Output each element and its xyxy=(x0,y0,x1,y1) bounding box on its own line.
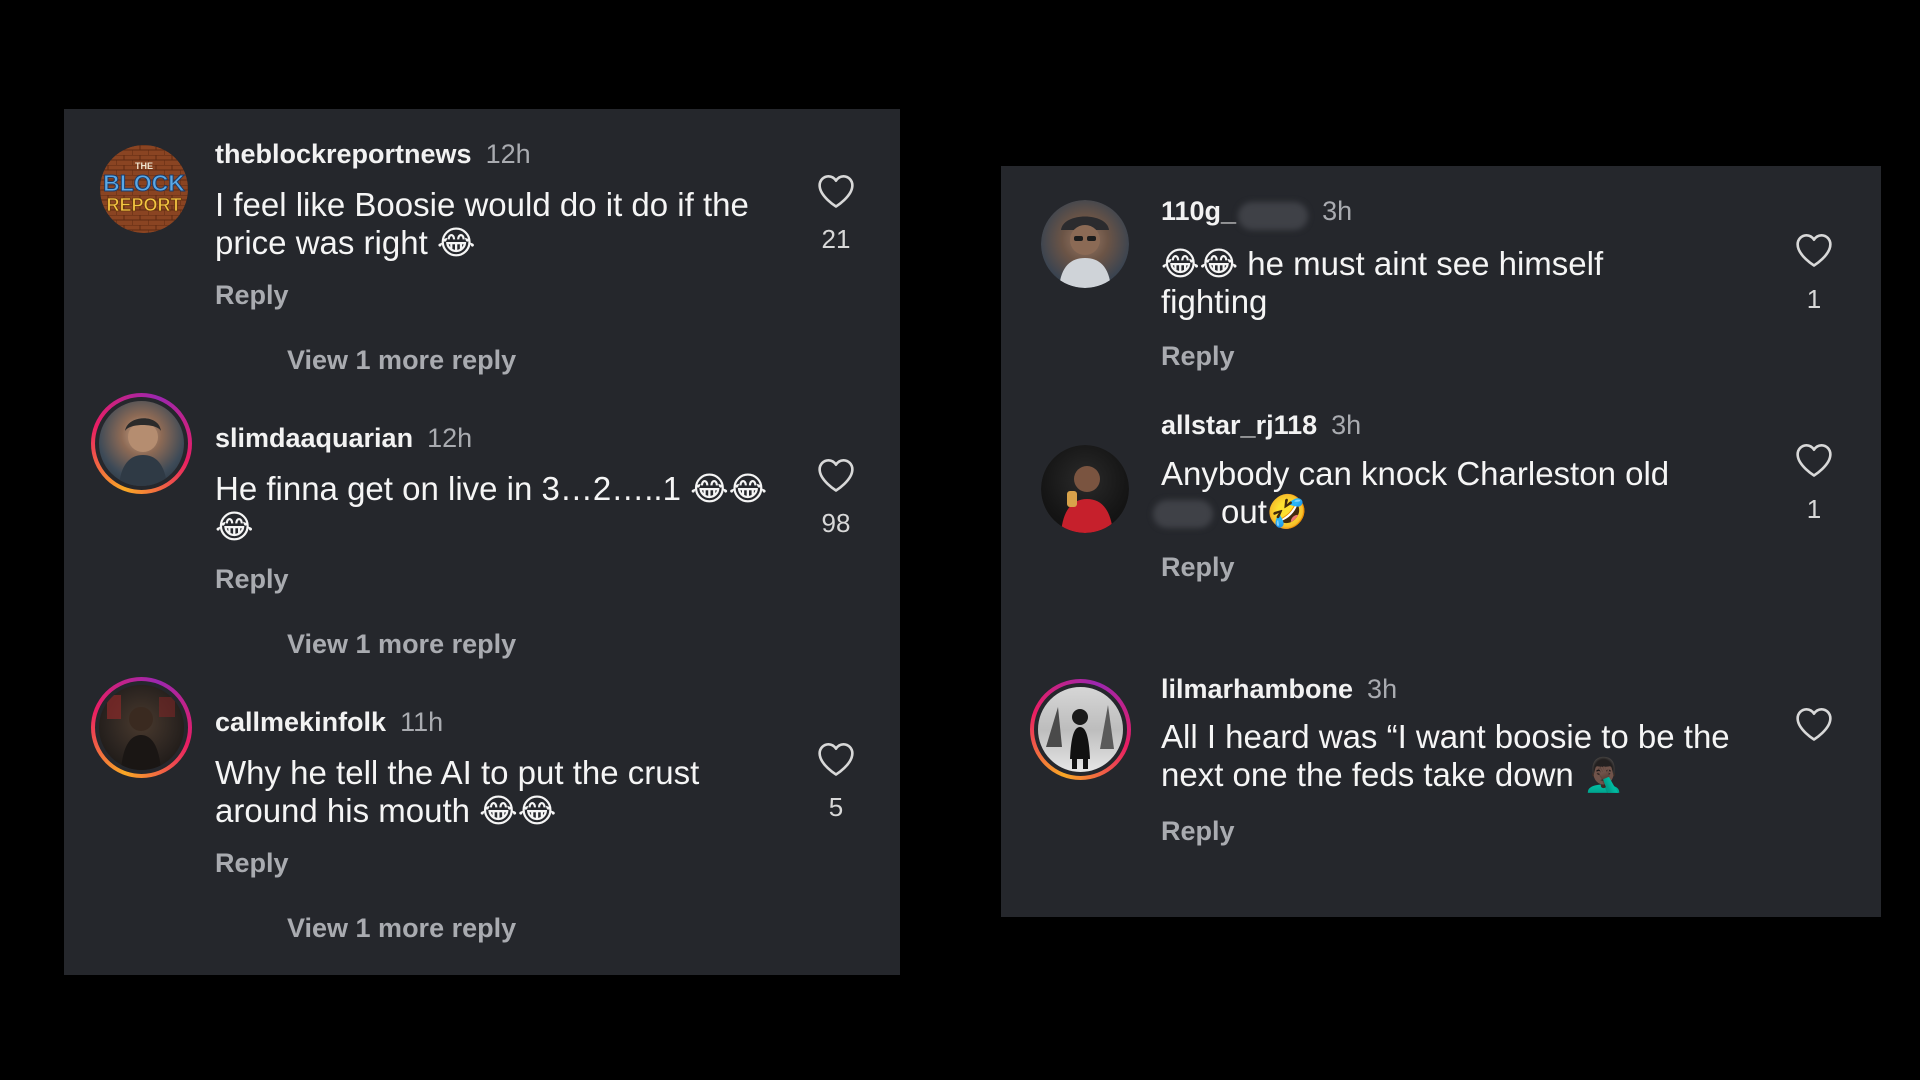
comment-text: Why he tell the AI to put the crust arou… xyxy=(215,754,700,829)
timestamp: 12h xyxy=(485,139,531,169)
avatar-photo xyxy=(1046,705,1114,769)
comment-meta: lilmarhambone 3h xyxy=(1161,674,1397,705)
reply-button[interactable]: Reply xyxy=(1161,552,1235,583)
view-more-replies-button[interactable]: View 1 more reply xyxy=(287,345,516,376)
reply-button[interactable]: Reply xyxy=(215,280,289,311)
heart-outline-icon xyxy=(1796,443,1832,477)
heart-outline-icon xyxy=(818,742,854,776)
timestamp: 3h xyxy=(1322,196,1353,226)
avatar-photo xyxy=(1059,216,1111,288)
like-count: 1 xyxy=(1806,494,1822,524)
timestamp: 11h xyxy=(400,707,444,737)
avatar[interactable] xyxy=(1041,445,1129,533)
username[interactable]: theblockreportnews xyxy=(215,139,472,169)
like-count: 98 xyxy=(821,508,851,538)
reply-button[interactable]: Reply xyxy=(1161,341,1235,372)
comment-meta: callmekinfolk 11h xyxy=(215,707,443,738)
reply-button[interactable]: Reply xyxy=(215,848,289,879)
view-more-replies-button[interactable]: View 1 more reply xyxy=(287,913,516,944)
avatar[interactable] xyxy=(1030,679,1131,780)
timestamp: 3h xyxy=(1367,674,1398,704)
username[interactable]: slimdaaquarian xyxy=(215,423,413,453)
reply-button[interactable]: Reply xyxy=(1161,816,1235,847)
comment-text-tail: out🤣 xyxy=(1221,493,1308,530)
comment-item: THE BLOCK REPORT theblockreportnews 12h I… xyxy=(64,109,900,389)
redacted-word-blur xyxy=(1153,500,1213,529)
comment-text: 😂😂 he must aint see himself fighting xyxy=(1161,245,1604,320)
like-button[interactable] xyxy=(1794,706,1834,742)
heart-outline-icon xyxy=(818,174,854,208)
redacted-username-blur xyxy=(1238,201,1309,230)
comment-text: I feel like Boosie would do it do if the… xyxy=(215,186,749,261)
avatar-photo xyxy=(1061,466,1113,533)
comment-text: All I heard was “I want boosie to be the… xyxy=(1161,718,1730,793)
logo-text-bottom: REPORT xyxy=(106,195,181,215)
like-button[interactable] xyxy=(816,173,856,209)
comments-panel-right: 110g_ 3h 😂😂 he must aint see himself figh… xyxy=(1001,166,1881,917)
view-more-replies-button[interactable]: View 1 more reply xyxy=(287,629,516,660)
comment-item: 110g_ 3h 😂😂 he must aint see himself figh… xyxy=(1001,166,1881,406)
block-report-logo: THE BLOCK REPORT xyxy=(100,145,188,233)
comment-item: lilmarhambone 3h All I heard was “I want … xyxy=(1001,674,1881,916)
username[interactable]: allstar_rj118 xyxy=(1161,410,1317,440)
comments-panel-left: THE BLOCK REPORT theblockreportnews 12h I… xyxy=(64,109,900,975)
avatar-photo xyxy=(119,418,167,486)
avatar[interactable] xyxy=(91,393,192,494)
avatar-photo xyxy=(107,695,175,770)
comment-meta: slimdaaquarian 12h xyxy=(215,423,472,454)
comment-text: He finna get on live in 3…2…..1 😂😂😂 xyxy=(215,470,768,545)
avatar[interactable]: THE BLOCK REPORT xyxy=(100,145,188,233)
like-button[interactable] xyxy=(1794,442,1834,478)
comment-meta: 110g_ 3h xyxy=(1161,196,1352,230)
like-button[interactable] xyxy=(1794,232,1834,268)
username[interactable]: 110g_ xyxy=(1161,196,1236,226)
username[interactable]: lilmarhambone xyxy=(1161,674,1353,704)
heart-outline-icon xyxy=(1796,707,1832,741)
comment-item: allstar_rj118 3h Anybody can knock Charle… xyxy=(1001,410,1881,652)
comment-text-line: Anybody can knock Charleston old xyxy=(1161,455,1670,492)
like-button[interactable] xyxy=(816,741,856,777)
avatar[interactable] xyxy=(91,677,192,778)
like-button[interactable] xyxy=(816,457,856,493)
comment-item: callmekinfolk 11h Why he tell the AI to p… xyxy=(64,677,900,975)
comment-text: Anybody can knock Charleston old out🤣 xyxy=(1153,455,1721,531)
like-count: 21 xyxy=(821,224,851,254)
logo-text-mid: BLOCK xyxy=(103,170,185,196)
like-count: 5 xyxy=(828,792,844,822)
comment-meta: theblockreportnews 12h xyxy=(215,139,531,170)
comment-item: slimdaaquarian 12h He finna get on live i… xyxy=(64,393,900,677)
like-count: 1 xyxy=(1806,284,1822,314)
timestamp: 12h xyxy=(427,423,473,453)
avatar[interactable] xyxy=(1041,200,1129,288)
heart-outline-icon xyxy=(818,458,854,492)
comment-meta: allstar_rj118 3h xyxy=(1161,410,1361,441)
timestamp: 3h xyxy=(1331,410,1362,440)
heart-outline-icon xyxy=(1796,233,1832,267)
username[interactable]: callmekinfolk xyxy=(215,707,386,737)
reply-button[interactable]: Reply xyxy=(215,564,289,595)
